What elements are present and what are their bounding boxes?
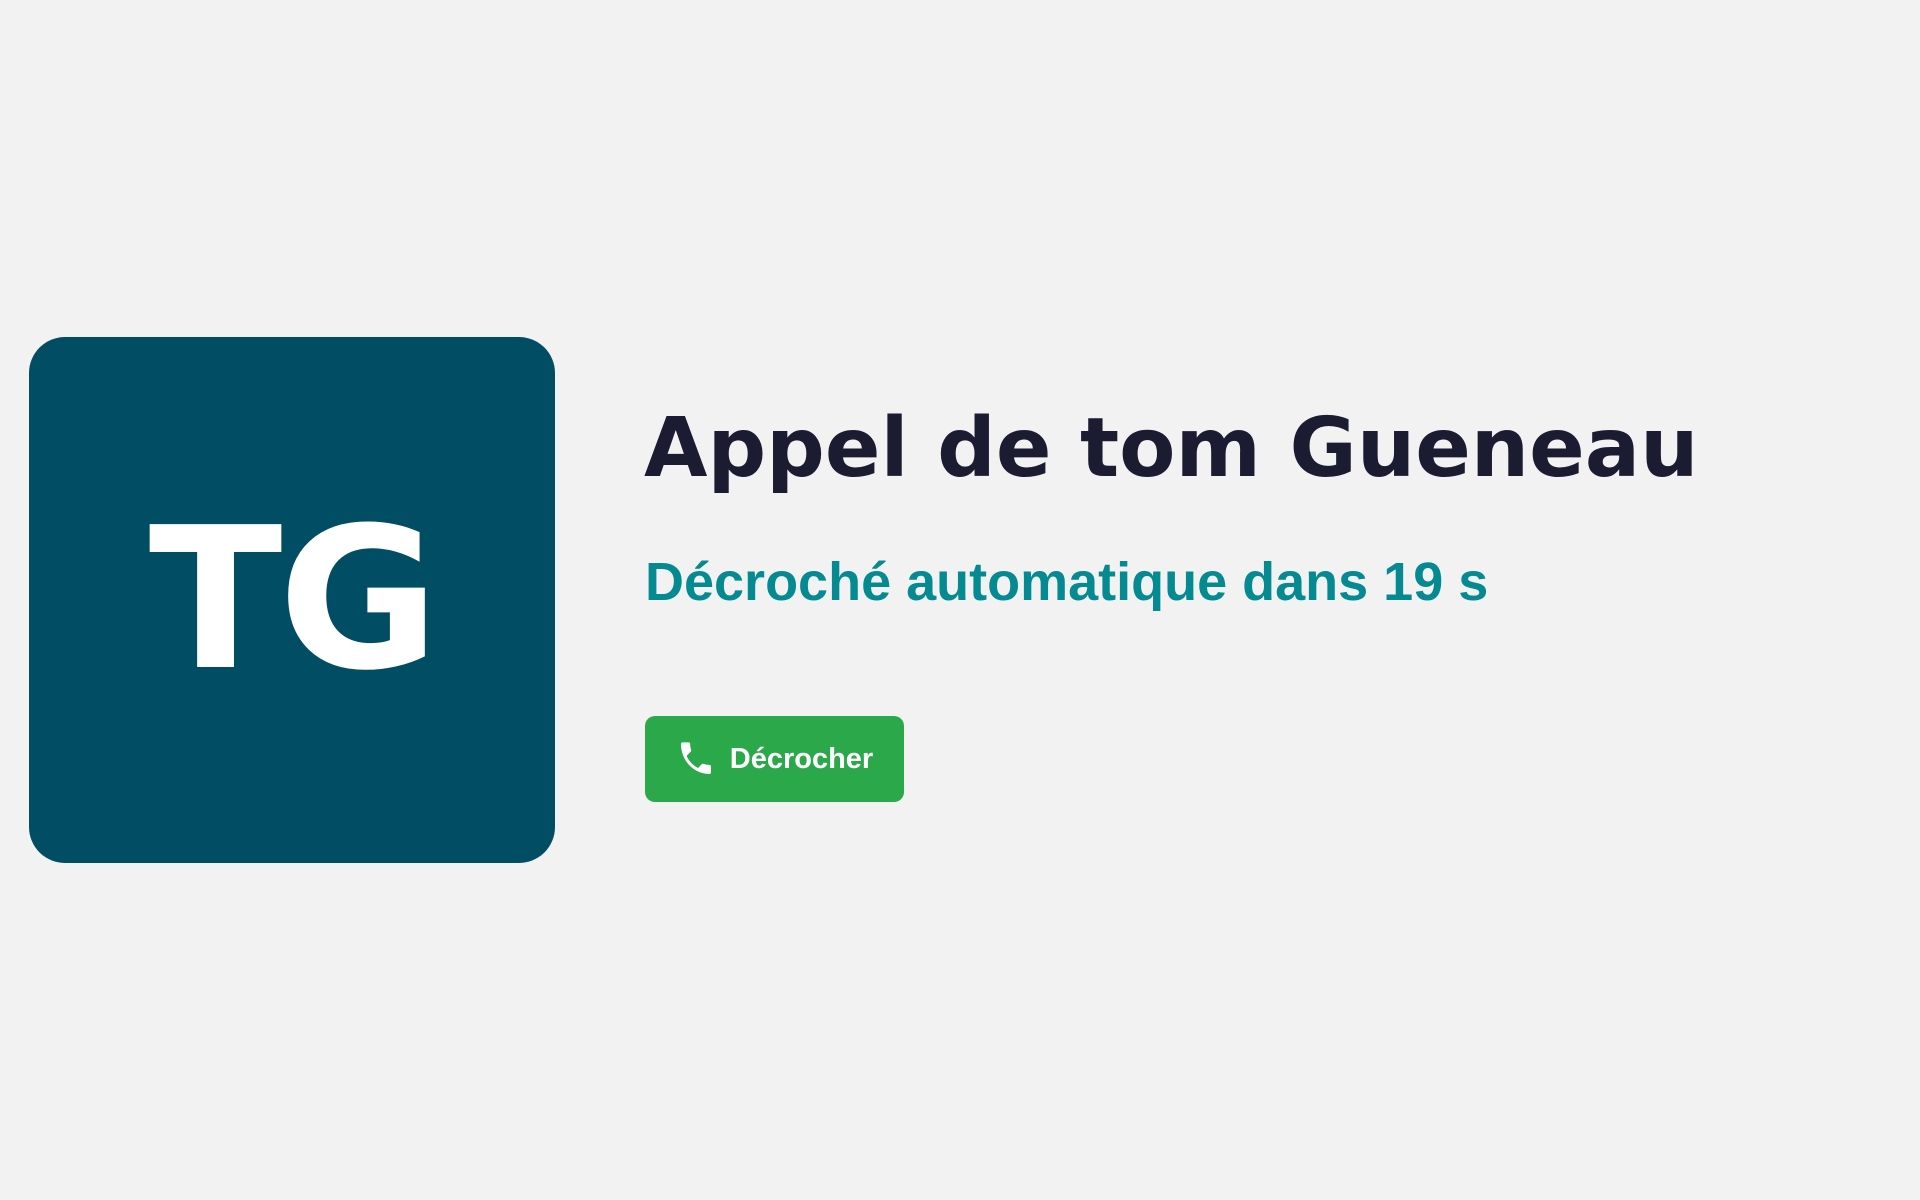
caller-title: Appel de tom Gueneau [644, 401, 1699, 496]
answer-call-label: Décrocher [729, 742, 874, 775]
answer-call-button[interactable]: Décrocher [645, 716, 904, 802]
auto-answer-countdown: Décroché automatique dans 19 s [645, 552, 1489, 612]
phone-icon [676, 739, 716, 779]
caller-initials: TG [148, 486, 440, 714]
incoming-call-screen: TG Appel de tom Gueneau Décroché automat… [0, 0, 1920, 1200]
caller-avatar: TG [29, 337, 555, 863]
